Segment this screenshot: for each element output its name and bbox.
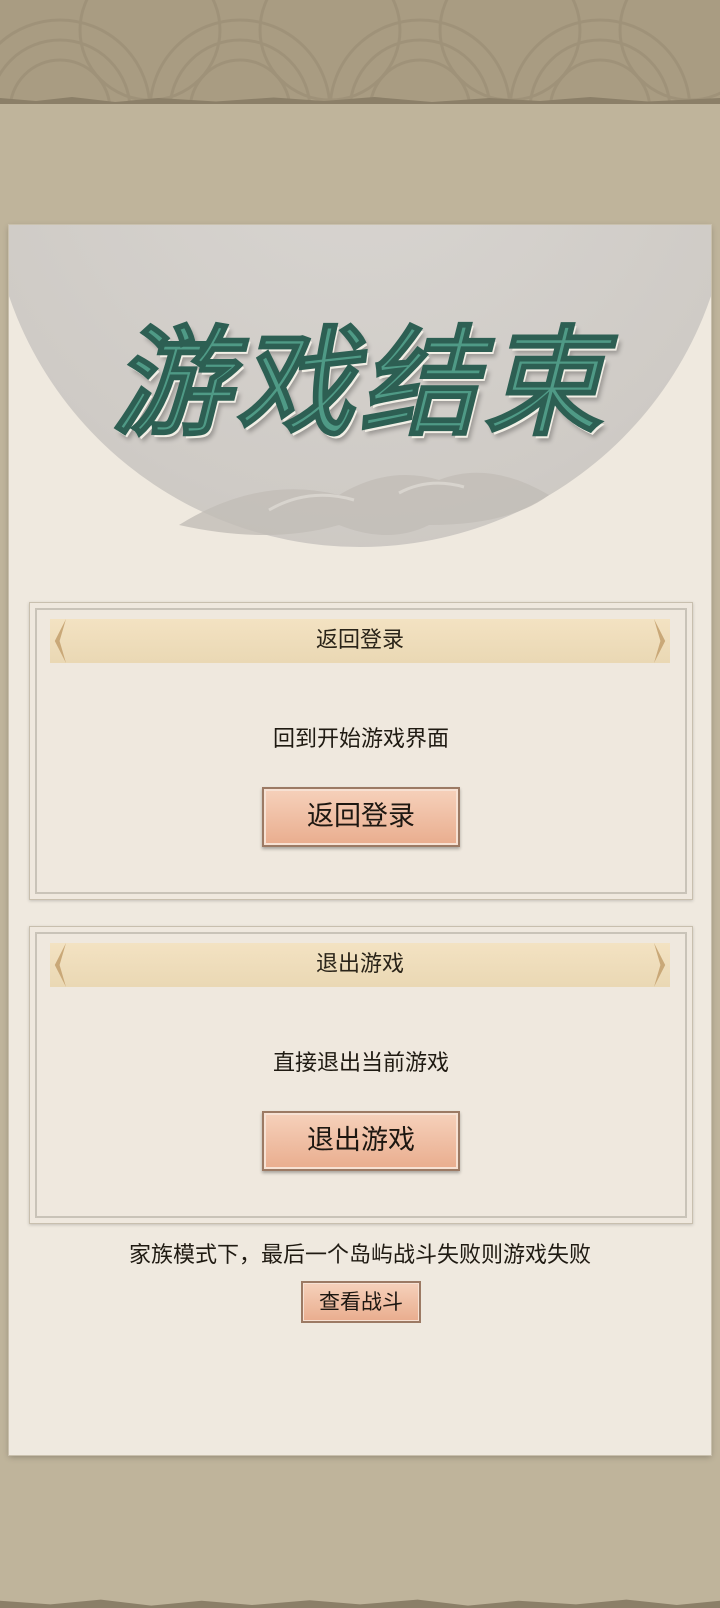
card-header: 退出游戏 (50, 943, 670, 987)
torn-edge-bottom (0, 1599, 720, 1608)
chevron-left-icon (54, 619, 66, 663)
return-login-card: 返回登录 回到开始游戏界面 返回登录 (29, 602, 693, 900)
exit-game-card: 退出游戏 直接退出当前游戏 退出游戏 (29, 926, 693, 1224)
top-decorative-band (0, 0, 720, 102)
view-battle-button[interactable]: 查看战斗 (301, 1281, 421, 1323)
chevron-left-icon (54, 943, 66, 987)
card-description: 回到开始游戏界面 (272, 727, 449, 752)
chevron-right-icon (654, 943, 666, 987)
wave-pattern (0, 0, 720, 102)
chevron-right-icon (654, 619, 666, 663)
game-over-dialog: 游戏结束 返回登录 回到开始游戏界面 返回登录 退出游戏 直接退出当前游戏 退出… (9, 225, 711, 1455)
return-login-button[interactable]: 返回登录 (262, 787, 460, 847)
exit-game-button[interactable]: 退出游戏 (262, 1111, 460, 1171)
card-description: 直接退出当前游戏 (272, 1051, 449, 1076)
card-header-label: 返回登录 (315, 628, 404, 653)
card-header-label: 退出游戏 (315, 952, 404, 977)
clan-mode-note: 家族模式下，最后一个岛屿战斗失败则游戏失败 (128, 1243, 591, 1268)
card-header: 返回登录 (50, 619, 670, 663)
game-over-title: 游戏结束 (111, 312, 608, 453)
